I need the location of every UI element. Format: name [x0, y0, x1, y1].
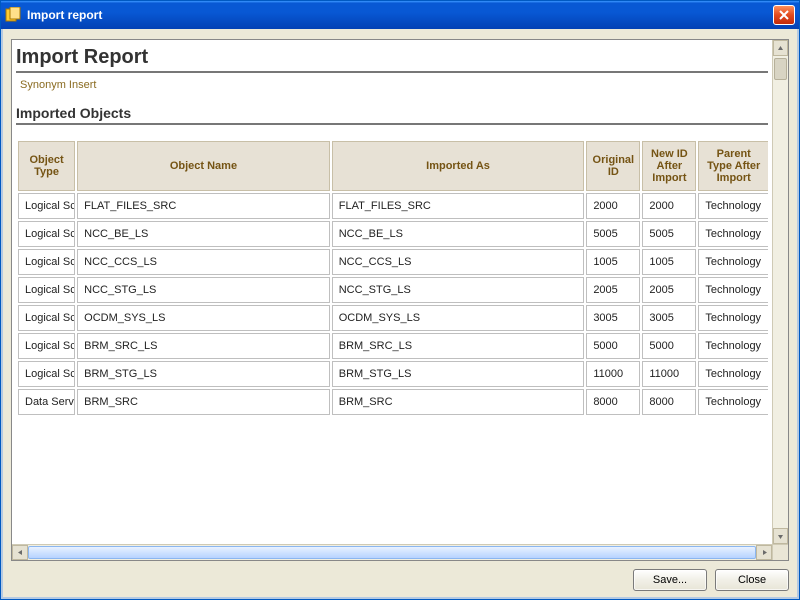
scroll-left-button[interactable]	[12, 545, 28, 560]
cell-original-id: 8000	[586, 389, 640, 415]
col-original-id[interactable]: Original ID	[586, 141, 640, 191]
cell-original-id: 3005	[586, 305, 640, 331]
cell-imported-as: BRM_STG_LS	[332, 361, 585, 387]
cell-imported-as: OCDM_SYS_LS	[332, 305, 585, 331]
cell-object-type: Logical Schema	[18, 221, 75, 247]
dialog-button-row: Save... Close	[11, 561, 789, 591]
cell-imported-as: NCC_STG_LS	[332, 277, 585, 303]
col-object-name[interactable]: Object Name	[77, 141, 330, 191]
vertical-scrollbar[interactable]	[772, 40, 788, 544]
cell-imported-as: BRM_SRC_LS	[332, 333, 585, 359]
table-row[interactable]: Logical SchemaNCC_BE_LSNCC_BE_LS50055005…	[18, 221, 768, 247]
cell-object-type: Data Server	[18, 389, 75, 415]
cell-parent-type: Technology	[698, 249, 768, 275]
section-title: Imported Objects	[16, 103, 768, 125]
cell-original-id: 5000	[586, 333, 640, 359]
scroll-down-button[interactable]	[773, 528, 788, 544]
cell-parent-type: Technology	[698, 221, 768, 247]
horizontal-scroll-thumb[interactable]	[28, 546, 756, 559]
cell-new-id: 2005	[642, 277, 696, 303]
table-row[interactable]: Data ServerBRM_SRCBRM_SRC80008000Technol…	[18, 389, 768, 415]
col-new-id[interactable]: New ID After Import	[642, 141, 696, 191]
cell-original-id: 2005	[586, 277, 640, 303]
cell-imported-as: FLAT_FILES_SRC	[332, 193, 585, 219]
close-button[interactable]: Close	[715, 569, 789, 591]
cell-object-name: NCC_STG_LS	[77, 277, 330, 303]
cell-object-type: Logical Schema	[18, 249, 75, 275]
cell-original-id: 5005	[586, 221, 640, 247]
cell-new-id: 11000	[642, 361, 696, 387]
save-button[interactable]: Save...	[633, 569, 707, 591]
table-row[interactable]: Logical SchemaNCC_CCS_LSNCC_CCS_LS100510…	[18, 249, 768, 275]
cell-new-id: 8000	[642, 389, 696, 415]
table-row[interactable]: Logical SchemaBRM_STG_LSBRM_STG_LS110001…	[18, 361, 768, 387]
cell-object-type: Logical Schema	[18, 193, 75, 219]
cell-object-name: FLAT_FILES_SRC	[77, 193, 330, 219]
vertical-scroll-thumb[interactable]	[774, 58, 787, 80]
cell-object-name: NCC_BE_LS	[77, 221, 330, 247]
cell-new-id: 5005	[642, 221, 696, 247]
cell-object-type: Logical Schema	[18, 277, 75, 303]
scroll-corner	[772, 544, 788, 560]
cell-imported-as: NCC_BE_LS	[332, 221, 585, 247]
content-area: Import Report Synonym Insert Imported Ob…	[1, 29, 799, 599]
col-parent-type[interactable]: Parent Type After Import	[698, 141, 768, 191]
report-scroll-viewport: Import Report Synonym Insert Imported Ob…	[12, 40, 772, 544]
table-row[interactable]: Logical SchemaFLAT_FILES_SRCFLAT_FILES_S…	[18, 193, 768, 219]
cell-imported-as: NCC_CCS_LS	[332, 249, 585, 275]
report-pane: Import Report Synonym Insert Imported Ob…	[11, 39, 789, 561]
table-header-row: Object Type Object Name Imported As Orig…	[18, 141, 768, 191]
col-object-type[interactable]: Object Type	[18, 141, 75, 191]
window-title: Import report	[27, 8, 773, 22]
scroll-right-button[interactable]	[756, 545, 772, 560]
window-close-button[interactable]	[773, 5, 795, 25]
imported-objects-table-wrap: Object Type Object Name Imported As Orig…	[16, 139, 768, 417]
cell-object-name: BRM_SRC	[77, 389, 330, 415]
synonym-insert-link[interactable]: Synonym Insert	[20, 79, 96, 91]
cell-original-id: 2000	[586, 193, 640, 219]
scroll-up-button[interactable]	[773, 40, 788, 56]
cell-object-name: BRM_SRC_LS	[77, 333, 330, 359]
cell-object-type: Logical Schema	[18, 305, 75, 331]
cell-parent-type: Technology	[698, 277, 768, 303]
cell-object-name: BRM_STG_LS	[77, 361, 330, 387]
titlebar[interactable]: Import report	[1, 1, 799, 29]
cell-object-name: OCDM_SYS_LS	[77, 305, 330, 331]
cell-new-id: 3005	[642, 305, 696, 331]
cell-imported-as: BRM_SRC	[332, 389, 585, 415]
cell-new-id: 1005	[642, 249, 696, 275]
cell-parent-type: Technology	[698, 389, 768, 415]
table-row[interactable]: Logical SchemaOCDM_SYS_LSOCDM_SYS_LS3005…	[18, 305, 768, 331]
cell-original-id: 11000	[586, 361, 640, 387]
table-row[interactable]: Logical SchemaBRM_SRC_LSBRM_SRC_LS500050…	[18, 333, 768, 359]
cell-object-type: Logical Schema	[18, 333, 75, 359]
col-imported-as[interactable]: Imported As	[332, 141, 585, 191]
cell-parent-type: Technology	[698, 193, 768, 219]
cell-object-name: NCC_CCS_LS	[77, 249, 330, 275]
cell-new-id: 5000	[642, 333, 696, 359]
cell-new-id: 2000	[642, 193, 696, 219]
report-title: Import Report	[16, 44, 768, 73]
cell-parent-type: Technology	[698, 361, 768, 387]
horizontal-scrollbar[interactable]	[12, 544, 772, 560]
cell-object-type: Logical Schema	[18, 361, 75, 387]
app-icon	[5, 7, 21, 23]
cell-parent-type: Technology	[698, 333, 768, 359]
cell-original-id: 1005	[586, 249, 640, 275]
cell-parent-type: Technology	[698, 305, 768, 331]
table-row[interactable]: Logical SchemaNCC_STG_LSNCC_STG_LS200520…	[18, 277, 768, 303]
imported-objects-table: Object Type Object Name Imported As Orig…	[16, 139, 768, 417]
import-report-window: Import report Import Report Synonym Inse…	[0, 0, 800, 600]
